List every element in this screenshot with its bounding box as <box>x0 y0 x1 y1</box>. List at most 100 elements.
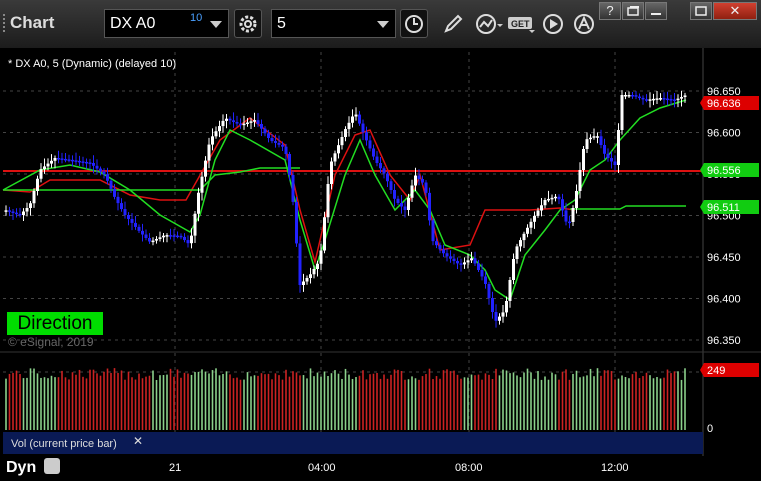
candle-body <box>599 136 603 145</box>
candle-body <box>442 249 445 254</box>
candle-body <box>99 168 102 172</box>
candle-body <box>134 222 137 227</box>
candle-body <box>624 95 627 97</box>
candle-body <box>428 192 431 221</box>
candle-body <box>172 235 176 237</box>
candle-body <box>501 312 505 317</box>
candle-body <box>484 276 487 284</box>
candle-body <box>550 197 554 200</box>
candle-body <box>155 238 158 241</box>
candle-body <box>463 262 466 265</box>
candle-body <box>393 190 396 199</box>
candle-body <box>158 237 162 239</box>
candle-body <box>267 133 270 138</box>
candle-body <box>347 122 351 130</box>
candle-body <box>218 126 221 132</box>
candle-body <box>25 208 29 212</box>
candle-body <box>396 198 400 203</box>
candle-body <box>74 160 78 162</box>
candle-body <box>274 141 277 143</box>
candle-body <box>498 316 501 321</box>
candle-body <box>480 270 484 277</box>
candle-body <box>50 160 53 164</box>
candle-body <box>116 196 120 204</box>
candle-body <box>323 217 326 251</box>
candle-body <box>235 121 239 124</box>
lock-icon[interactable] <box>44 458 60 474</box>
x-tick: 21 <box>169 462 182 474</box>
candle-body <box>389 181 393 190</box>
candle-body <box>375 156 379 163</box>
candle-body <box>666 98 669 101</box>
candle-body <box>652 98 655 101</box>
last-price-flag-arrow <box>700 96 704 110</box>
candle-body <box>592 136 596 138</box>
candle-body <box>130 218 134 223</box>
candle-body <box>487 284 491 298</box>
candle-body <box>571 208 575 222</box>
candle-body <box>141 230 144 235</box>
candle-body <box>673 99 676 101</box>
candle-body <box>305 278 309 282</box>
candle-body <box>610 158 613 162</box>
price-chart[interactable]: 96.65096.60096.55096.50096.45096.40096.3… <box>0 0 761 481</box>
candle-body <box>575 191 578 208</box>
candle-body <box>522 233 526 241</box>
green-level-flag: 96.511 <box>707 202 740 214</box>
candle-body <box>414 175 417 186</box>
candle-body <box>256 120 260 124</box>
candle-body <box>151 240 155 243</box>
last-price-flag: 96.636 <box>707 98 741 110</box>
volume-bars <box>5 368 686 430</box>
candle-body <box>337 145 340 154</box>
candle-body <box>32 191 36 204</box>
candle-body <box>242 123 246 126</box>
candle-body <box>410 185 414 198</box>
candle-body <box>470 258 473 261</box>
candle-body <box>106 174 109 181</box>
candle-body <box>554 196 557 199</box>
candle-body <box>204 160 207 177</box>
candle-body <box>344 129 347 137</box>
candle-body <box>358 114 361 124</box>
candle-body <box>340 137 344 146</box>
x-tick: 08:00 <box>455 462 483 474</box>
candle-body <box>631 95 634 97</box>
candle-body <box>239 123 242 126</box>
candle-body <box>15 212 18 215</box>
candle-body <box>228 118 232 121</box>
candle-body <box>438 245 442 250</box>
candle-body <box>127 215 130 219</box>
candle-body <box>606 153 610 158</box>
candle-body <box>351 116 354 123</box>
candle-body <box>4 210 8 212</box>
candle-body <box>302 281 305 285</box>
candle-body <box>564 210 568 222</box>
candle-body <box>379 163 382 169</box>
candle-body <box>95 165 99 169</box>
candle-body <box>165 235 169 237</box>
candle-body <box>361 123 365 133</box>
candle-body <box>676 98 680 101</box>
candle-body <box>403 206 407 210</box>
chart-symbol-label: * DX A0, 5 (Dynamic) (delayed 10) <box>8 58 177 70</box>
candle-body <box>578 170 582 191</box>
candle-body <box>319 250 323 264</box>
x-tick: 12:00 <box>601 462 629 474</box>
candle-body <box>207 144 211 161</box>
candle-body <box>183 236 186 241</box>
candle-body <box>309 274 312 278</box>
candle-body <box>372 148 375 157</box>
candle-body <box>585 139 589 149</box>
candle-body <box>680 97 683 99</box>
candle-body <box>386 173 389 182</box>
volume-last-flag: 249 <box>707 365 725 377</box>
candle-body <box>193 213 197 236</box>
candle-body <box>648 99 652 101</box>
candle-body <box>221 120 225 127</box>
candle-body <box>540 205 543 211</box>
chart-lines <box>2 99 703 302</box>
candle-body <box>638 96 641 99</box>
candle-body <box>298 243 302 285</box>
close-icon[interactable]: ✕ <box>133 434 143 448</box>
